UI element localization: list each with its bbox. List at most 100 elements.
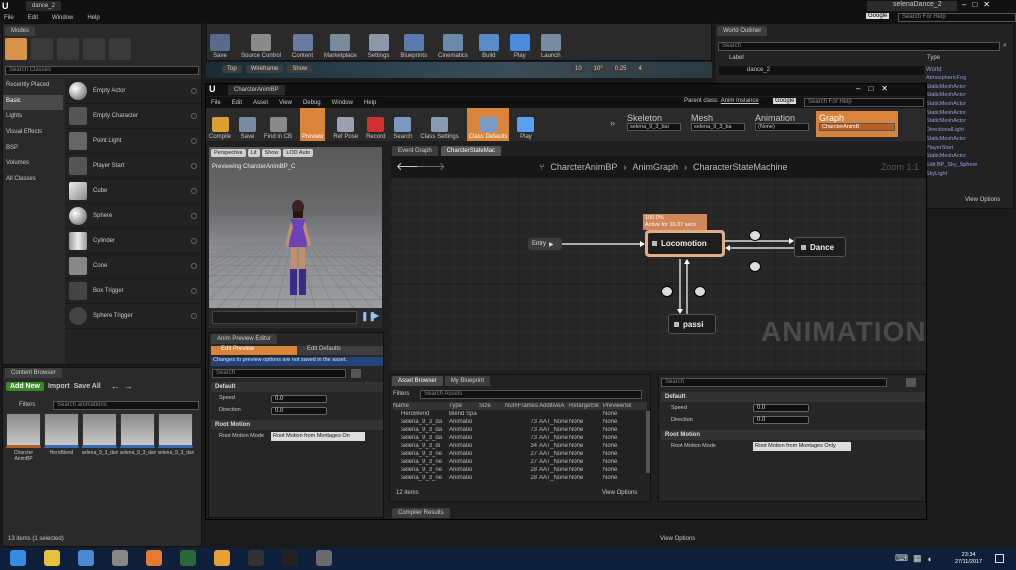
minimize-icon[interactable]: –: [962, 0, 966, 9]
details-default-header[interactable]: Default: [661, 392, 925, 402]
preview-lod-auto-button[interactable]: LOD Auto: [283, 149, 314, 157]
bp-class-settings-button[interactable]: Class Settings: [420, 108, 459, 141]
bp-menu-help[interactable]: Help: [364, 100, 376, 106]
column-header-numframes[interactable]: NumFrames: [505, 403, 539, 409]
details-speed-input[interactable]: 0.0: [753, 404, 809, 412]
column-header-size[interactable]: Size: [479, 403, 505, 409]
state-machine-graph[interactable]: 🡐 🡒 ⑂ CharcterAnimBP › AnimGraph › CharacterS…: [391, 156, 926, 370]
asset-tab-my-blueprint[interactable]: My Blueprint: [444, 376, 491, 386]
outliner-view-options[interactable]: View Options: [965, 197, 1000, 203]
filters-button[interactable]: Filters: [19, 402, 35, 408]
asset-tile[interactable]: HeroBlend: [44, 413, 79, 462]
asset-tile[interactable]: selena_9_3_dance_gef_3: [158, 413, 194, 462]
category-basic[interactable]: Basic: [3, 94, 63, 111]
column-header-retargetsk[interactable]: RetargetSk: [569, 403, 603, 409]
asset-scrollbar[interactable]: [646, 411, 650, 473]
menu-help[interactable]: Help: [87, 15, 99, 21]
transition-rule-icon[interactable]: [749, 261, 761, 272]
asset-table-row[interactable]: selena_9_3_di Animatio 34 AAT_None None None: [393, 442, 647, 450]
outliner-type-header[interactable]: Type: [927, 55, 940, 61]
help-icon[interactable]: [191, 138, 197, 144]
paint-mode-icon[interactable]: [31, 38, 53, 60]
bp-menu-view[interactable]: View: [279, 100, 292, 106]
help-icon[interactable]: [191, 313, 197, 319]
clock[interactable]: 23:34 27/11/2017: [955, 552, 982, 566]
network-icon[interactable]: ▦: [913, 553, 922, 564]
asset-tile[interactable]: Charcter AnimBP: [6, 413, 41, 462]
asset-view-options[interactable]: View Options: [602, 490, 637, 496]
notifications-icon[interactable]: [995, 554, 1004, 563]
build-button[interactable]: Build: [478, 24, 499, 60]
toolbar-expand-icon[interactable]: »: [610, 118, 615, 128]
photo-app-icon[interactable]: [112, 550, 128, 566]
unreal-logo-icon[interactable]: U: [2, 1, 13, 11]
geometry-mode-icon[interactable]: [109, 38, 131, 60]
save-all-button[interactable]: Save All: [74, 383, 101, 390]
landscape-mode-icon[interactable]: [57, 38, 79, 60]
content-view-options[interactable]: View Options: [660, 536, 695, 542]
level-tab[interactable]: dance_2: [26, 1, 62, 11]
outliner-label-header[interactable]: Label: [729, 55, 744, 61]
transition-rule-icon[interactable]: [694, 286, 706, 297]
content-browser-tab[interactable]: Content Browser: [5, 368, 62, 378]
bp-ref-pose-button[interactable]: Ref Pose: [333, 108, 358, 141]
content-button[interactable]: Content: [292, 24, 313, 60]
bp-class-defaults-button[interactable]: Class Defaults: [466, 108, 510, 141]
details-search-input[interactable]: Search: [661, 378, 887, 387]
level-viewport[interactable]: Top Wireframe Show 10 10° 0.25 4: [206, 62, 712, 78]
preview-lit-button[interactable]: Lit: [247, 149, 260, 157]
class-item-point-light[interactable]: Point Light: [65, 129, 201, 154]
scale-snap-value[interactable]: 0.25: [610, 65, 631, 73]
state-node-locomotion[interactable]: Locomotion: [645, 230, 725, 257]
bp-menu-file[interactable]: File: [211, 100, 221, 106]
anim-bp-tab[interactable]: CharcterAnimBP: [228, 85, 285, 95]
close-icon[interactable]: ✕: [983, 0, 990, 9]
epic-games-icon[interactable]: [248, 550, 264, 566]
graph-tab-event-graph[interactable]: Event Graph: [392, 146, 438, 156]
edit-preview-tab[interactable]: Edit Preview: [211, 346, 297, 355]
viewport-top-button[interactable]: Top: [222, 65, 242, 73]
menu-file[interactable]: File: [4, 15, 14, 21]
step-forward-icon[interactable]: ▶: [373, 311, 379, 320]
bp-menu-asset[interactable]: Asset: [253, 100, 268, 106]
modes-tab[interactable]: Modes: [5, 26, 36, 36]
history-back-icon[interactable]: ←: [111, 381, 120, 391]
anim-bp-maximize-icon[interactable]: □: [868, 84, 873, 93]
bp-preview-button[interactable]: Preview: [300, 108, 326, 141]
category-volumes[interactable]: Volumes: [3, 157, 63, 173]
firefox-icon[interactable]: [146, 550, 162, 566]
help-icon[interactable]: [191, 263, 197, 269]
google-dropdown[interactable]: Google: [866, 13, 890, 19]
character-figure[interactable]: [281, 199, 315, 299]
preview-default-header[interactable]: Default: [211, 382, 383, 392]
anim-preview-editor-tab[interactable]: Anim Preview Editor: [211, 334, 278, 344]
asset-table-row[interactable]: selena_9_3_da Animatio 73 AAT_None None None: [393, 426, 647, 434]
viewport-show-button[interactable]: Show: [287, 65, 313, 73]
bp-menu-window[interactable]: Window: [332, 100, 353, 106]
help-icon[interactable]: [191, 238, 197, 244]
save-button[interactable]: Save: [210, 24, 230, 60]
state-node-dance[interactable]: Dance: [794, 237, 846, 257]
cinematics-button[interactable]: Cinematics: [438, 24, 468, 60]
graph-tab-charcterstatemac[interactable]: CharcterStateMac: [440, 146, 502, 156]
mode-skeleton-value[interactable]: selena_9_3_bai: [627, 123, 681, 131]
search-animations-input[interactable]: Search animations: [53, 401, 199, 410]
rotation-snap-value[interactable]: 10°: [589, 65, 607, 73]
asset-filters-button[interactable]: Filters: [393, 391, 409, 397]
mode-skeleton[interactable]: Skeleton selena_9_3_bai: [624, 111, 684, 137]
camera-app-icon[interactable]: [180, 550, 196, 566]
keyboard-icon[interactable]: ⌨: [895, 553, 908, 564]
bp-find-in-cb-button[interactable]: Find in CB: [264, 108, 292, 141]
play-button[interactable]: Play: [509, 24, 530, 60]
mode-mesh-value[interactable]: selena_9_3_ba: [691, 123, 745, 131]
preview-root-motion-dropdown[interactable]: Root Motion from Montages On: [271, 432, 365, 441]
transition-rule-icon[interactable]: [749, 230, 761, 241]
add-new-button[interactable]: Add New: [6, 381, 44, 391]
blender-icon[interactable]: [214, 550, 230, 566]
maximize-icon[interactable]: □: [972, 0, 977, 9]
asset-tile[interactable]: selena_9_3_dance_gef_: [82, 413, 118, 462]
preview-root-motion-header[interactable]: Root Motion: [211, 420, 383, 430]
asset-search-input[interactable]: Search Assets: [420, 390, 642, 399]
details-direction-input[interactable]: 0.0: [753, 416, 809, 424]
ie-icon[interactable]: [10, 550, 26, 566]
